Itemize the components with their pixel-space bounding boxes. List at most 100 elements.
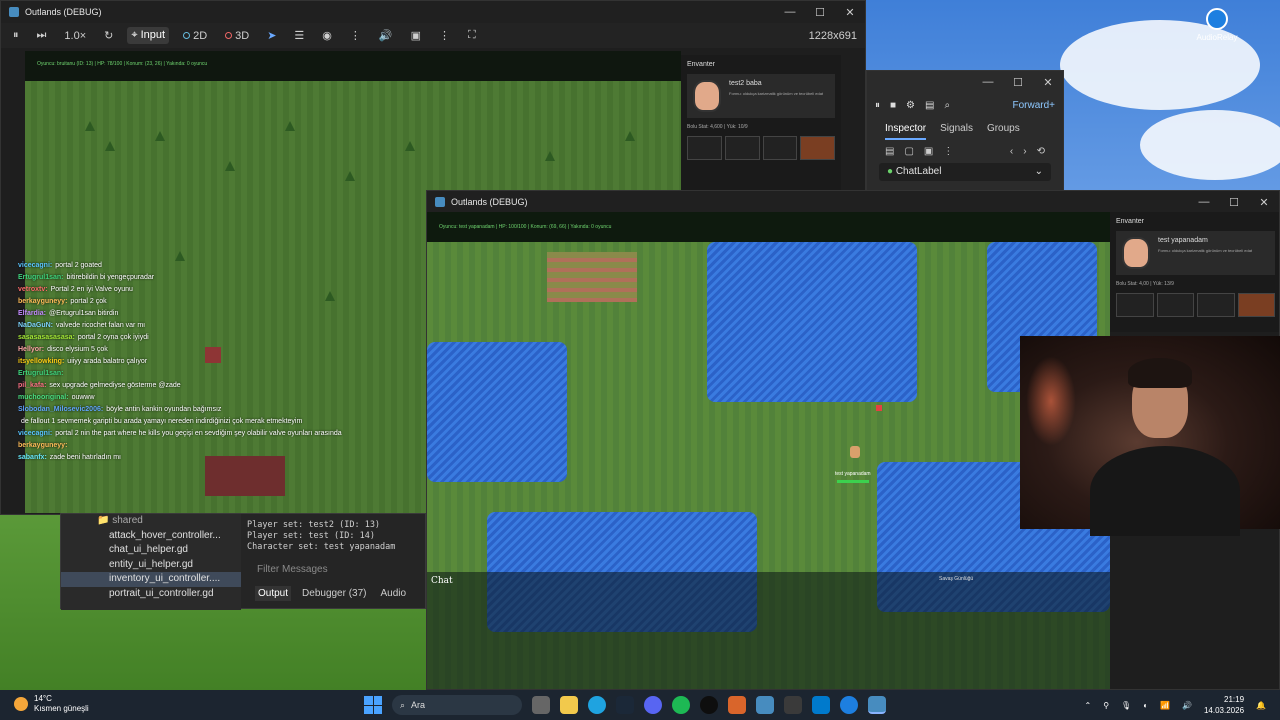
renderer-selector[interactable]: Forward+ — [1012, 100, 1055, 111]
steam-icon[interactable] — [616, 696, 634, 714]
chat-box[interactable]: Chat — [427, 572, 921, 689]
close-button[interactable]: ✕ — [1249, 196, 1279, 209]
pause-icon[interactable]: ⏸ — [875, 100, 880, 111]
movie-icon[interactable]: ▤ — [925, 100, 934, 111]
selected-node-field[interactable]: ● ChatLabel ⌄ — [879, 163, 1051, 181]
headset-icon[interactable]: ◐ — [1143, 701, 1148, 710]
building-tile — [547, 252, 637, 302]
godot-editor-panel: 📁 shared attack_hover_controller... chat… — [60, 513, 426, 610]
game-viewport-front[interactable]: Oyuncu: test yapanadam | HP: 100/100 | K… — [427, 212, 1110, 689]
stop-icon[interactable]: ■ — [890, 100, 896, 111]
file-item-selected[interactable]: inventory_ui_controller.... — [61, 572, 241, 587]
edge-icon[interactable] — [588, 696, 606, 714]
tab-output[interactable]: Output — [255, 586, 292, 601]
taskbar-search[interactable]: ⌕ Ara — [392, 695, 522, 715]
streamer-body — [1090, 446, 1240, 536]
combat-log-title: Savaş Günlüğü — [939, 576, 974, 582]
godot-inspector-window[interactable]: — ☐ ✕ ⏸ ■ ⚙ ▤ ⌕ Forward+ Inspector Signa… — [866, 70, 1064, 195]
character-description: Formu: oldukça karizmatik görünüm ve tec… — [729, 91, 824, 96]
save-icon[interactable]: ▣ — [924, 146, 933, 157]
camera-icon[interactable]: ▣ — [407, 27, 425, 44]
chat-username: berkayguneyy: — [18, 442, 68, 449]
godot-taskbar-icon[interactable] — [756, 696, 774, 714]
remote-icon[interactable]: ⚙ — [906, 100, 915, 111]
tab-groups[interactable]: Groups — [987, 123, 1020, 140]
more-icon[interactable]: ⋮ — [435, 27, 454, 44]
chat-text: ouwww — [71, 394, 95, 401]
file-item[interactable]: entity_ui_helper.gd — [61, 558, 241, 573]
app-icon[interactable] — [784, 696, 802, 714]
tab-signals[interactable]: Signals — [940, 123, 973, 140]
godot-game-taskbar-icon[interactable] — [868, 696, 886, 714]
new-resource-icon[interactable]: ▤ — [885, 146, 894, 157]
inventory-slot-item[interactable] — [800, 136, 835, 160]
chevron-up-icon[interactable]: ⌃ — [1084, 701, 1091, 710]
taskbar-clock[interactable]: 21:19 14.03.2026 — [1204, 694, 1244, 716]
claude-icon[interactable] — [728, 696, 746, 714]
inventory-slot[interactable] — [762, 136, 798, 160]
window-titlebar[interactable]: — ☐ ✕ — [867, 71, 1063, 93]
folder-label: shared — [112, 515, 143, 526]
more-icon[interactable]: ⋮ — [346, 27, 365, 44]
pause-icon[interactable]: ⏸ — [9, 27, 23, 44]
chat-message: itsyellowking: uiiyy arada balatro çalıyo… — [18, 356, 418, 368]
wifi-icon[interactable]: 📶 — [1160, 701, 1170, 710]
network-icon[interactable]: ⚲ — [1103, 701, 1109, 710]
visibility-icon[interactable]: ◉ — [318, 27, 336, 44]
volume-icon[interactable]: 🔊 — [1182, 701, 1192, 710]
select-cursor-icon[interactable]: ➤ — [263, 27, 280, 44]
step-icon[interactable]: ⏭ — [33, 27, 51, 44]
inventory-slot[interactable] — [1156, 293, 1194, 317]
history-forward-icon[interactable]: › — [1023, 146, 1026, 157]
close-button[interactable]: ✕ — [1033, 76, 1063, 89]
inventory-slot[interactable] — [724, 136, 760, 160]
history-icon[interactable]: ⟲ — [1037, 146, 1045, 157]
tab-audio[interactable]: Audio — [378, 586, 410, 601]
start-button[interactable] — [364, 696, 382, 714]
inventory-slot[interactable] — [687, 136, 722, 160]
file-explorer-icon[interactable] — [560, 696, 578, 714]
list-icon[interactable]: ☰ — [290, 27, 308, 44]
maximize-button[interactable]: ☐ — [1003, 76, 1033, 89]
zoom-icon[interactable]: ⌕ — [944, 100, 950, 111]
tab-debugger[interactable]: Debugger (37) — [299, 586, 369, 601]
minimize-button[interactable]: — — [775, 6, 805, 19]
audiorelay-taskbar-icon[interactable] — [840, 696, 858, 714]
file-item[interactable]: chat_ui_helper.gd — [61, 543, 241, 558]
chat-text: portal 2 oyna çok iyiydi — [77, 334, 149, 341]
file-item[interactable]: attack_hover_controller... — [61, 529, 241, 544]
inventory-slot[interactable] — [1116, 293, 1154, 317]
fullscreen-icon[interactable]: ⛶ — [464, 27, 480, 44]
history-back-icon[interactable]: ‹ — [1010, 146, 1013, 157]
folder-item[interactable]: 📁 shared — [61, 514, 241, 529]
close-button[interactable]: ✕ — [835, 6, 865, 19]
open-folder-icon[interactable]: ▢ — [904, 146, 913, 157]
minimize-button[interactable]: — — [973, 76, 1003, 89]
task-view-icon[interactable] — [532, 696, 550, 714]
weather-widget[interactable]: 14°C Kısmen güneşli — [14, 694, 89, 714]
microphone-icon[interactable]: 🎙 — [1121, 701, 1131, 710]
window-titlebar[interactable]: Outlands (DEBUG) — ☐ ✕ — [427, 191, 1279, 213]
unreal-icon[interactable] — [700, 696, 718, 714]
tab-inspector[interactable]: Inspector — [885, 123, 927, 140]
inventory-slot[interactable] — [1197, 293, 1235, 317]
minimize-button[interactable]: — — [1189, 196, 1219, 209]
reset-icon[interactable]: ↻ — [100, 27, 117, 44]
speed-selector[interactable]: 1.0× — [60, 28, 90, 44]
maximize-button[interactable]: ☐ — [1219, 196, 1249, 209]
window-titlebar[interactable]: Outlands (DEBUG) — ☐ ✕ — [1, 1, 865, 23]
spotify-icon[interactable] — [672, 696, 690, 714]
vscode-icon[interactable] — [812, 696, 830, 714]
mode-3d-button[interactable]: 3D — [221, 28, 253, 44]
desktop-shortcut-audiorelay[interactable]: AudioRelay — [1195, 8, 1239, 42]
audio-icon[interactable]: 🔊 — [375, 27, 397, 44]
maximize-button[interactable]: ☐ — [805, 6, 835, 19]
filter-messages-input[interactable]: Filter Messages — [257, 564, 328, 575]
notification-bell-icon[interactable]: 🔔 — [1256, 701, 1266, 710]
file-item[interactable]: portrait_ui_controller.gd — [61, 587, 241, 602]
mode-2d-button[interactable]: 2D — [179, 28, 211, 44]
discord-icon[interactable] — [644, 696, 662, 714]
input-toggle[interactable]: ⌖ Input — [127, 27, 170, 44]
inventory-slot-item[interactable] — [1237, 293, 1275, 317]
more-icon[interactable]: ⋮ — [943, 146, 953, 157]
